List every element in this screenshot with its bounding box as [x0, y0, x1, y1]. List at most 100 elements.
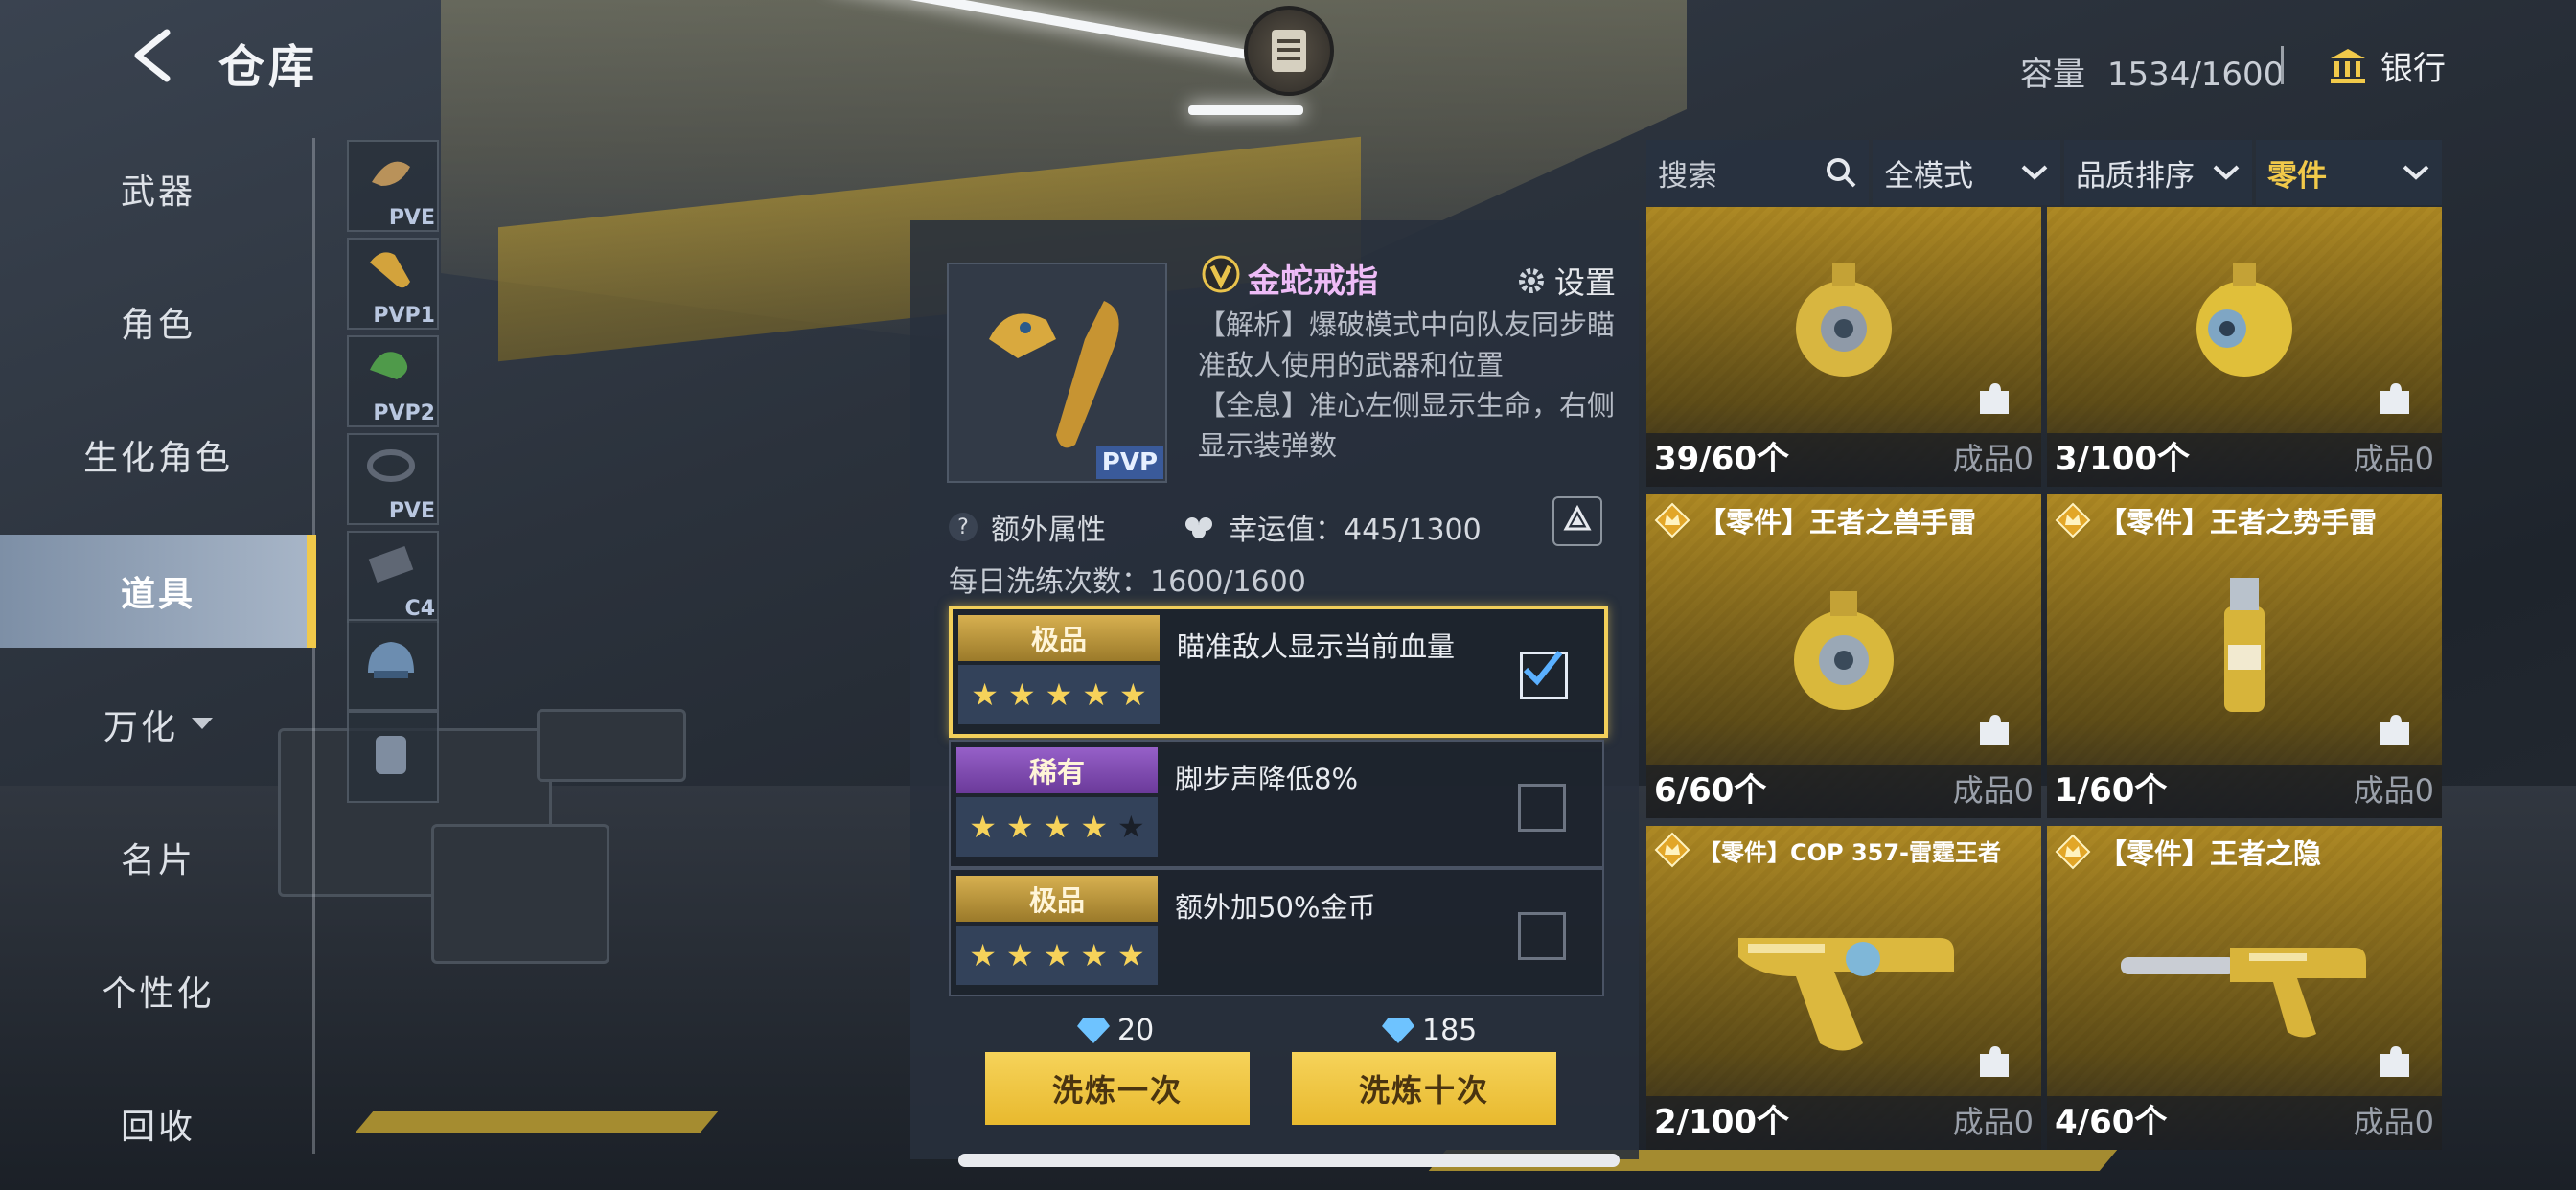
- star-rating: ★ ★ ★ ★ ★: [956, 797, 1158, 857]
- attribute-checkbox[interactable]: [1518, 912, 1566, 960]
- card-title-text: 【零件】王者之隐: [2099, 837, 2322, 870]
- sidebar-item-label: 武器: [120, 172, 196, 212]
- attribute-row[interactable]: 稀有 ★ ★ ★ ★ ★ 脚步声降低8%: [949, 740, 1604, 868]
- subcategory-tag: PVP1: [373, 304, 435, 328]
- item-card[interactable]: 3/100个 成品0: [2047, 207, 2442, 487]
- chevron-down-icon: [2021, 165, 2048, 180]
- sidebar-item-items[interactable]: 道具: [0, 535, 316, 648]
- grade-badge: 稀有: [956, 747, 1158, 793]
- capacity-label: 容量: [2020, 56, 2085, 94]
- sidebar-item-zombie-characters[interactable]: 生化角色: [0, 399, 316, 512]
- attribute-row[interactable]: 极品 ★ ★ ★ ★ ★ 瞄准敌人显示当前血量: [949, 606, 1608, 738]
- refine-once-button[interactable]: 洗炼一次: [985, 1052, 1250, 1125]
- item-card[interactable]: 【零件】王者之隐 4/60个 成品0: [2047, 826, 2442, 1150]
- sidebar-item-name-cards[interactable]: 名片: [0, 801, 316, 914]
- star-rating: ★ ★ ★ ★ ★: [956, 926, 1158, 985]
- settings-button[interactable]: 设置: [1514, 259, 1616, 303]
- home-indicator[interactable]: [958, 1154, 1620, 1167]
- attribute-text: 脚步声降低8%: [1175, 763, 1359, 795]
- background-crate: [431, 824, 610, 964]
- attribute-checkbox[interactable]: [1518, 784, 1566, 832]
- fragment-count: 6/60个: [1654, 771, 1767, 810]
- puzzle-piece-icon: [2380, 715, 2409, 745]
- puzzle-piece-icon: [1980, 383, 2009, 414]
- star-icon: ★: [1082, 676, 1111, 713]
- star-icon: ★: [971, 676, 999, 713]
- grade-badge: 极品: [958, 615, 1160, 661]
- card-title-text: 【零件】王者之兽手雷: [1698, 506, 1977, 538]
- luck-value: 幸运值：445/1300: [1181, 506, 1482, 548]
- finished-count: 成品0: [2353, 772, 2434, 809]
- subcategory-pvp1[interactable]: PVP1: [347, 238, 439, 330]
- grenade-icon: [1796, 263, 1892, 377]
- notes-button[interactable]: [1244, 6, 1334, 96]
- diamond-icon: [1077, 1018, 1110, 1043]
- background-crate: [537, 709, 686, 782]
- fragment-count: 3/100个: [2055, 440, 2191, 478]
- sidebar-item-wanhua[interactable]: 万化: [0, 668, 316, 781]
- gear-icon: [1519, 268, 1544, 293]
- back-arrow-icon[interactable]: [125, 27, 182, 84]
- sidebar-item-characters[interactable]: 角色: [0, 265, 316, 378]
- armor-icon: [376, 736, 406, 774]
- star-icon: ★: [1119, 676, 1147, 713]
- background-light: [1188, 105, 1303, 115]
- sidebar-item-personalization[interactable]: 个性化: [0, 934, 316, 1047]
- bank-button[interactable]: 银行: [2329, 42, 2446, 89]
- background-floor-stripe: [355, 1111, 719, 1133]
- category-dropdown[interactable]: 零件: [2256, 140, 2442, 205]
- search-input[interactable]: 搜索: [1658, 151, 1717, 195]
- star-rating: ★ ★ ★ ★ ★: [958, 665, 1160, 724]
- star-icon: ★: [1045, 676, 1073, 713]
- subcategory-pvp2[interactable]: PVP2: [347, 335, 439, 427]
- finished-count: 成品0: [1952, 1104, 2034, 1140]
- category-label: 零件: [2267, 158, 2327, 194]
- finished-count: 成品0: [1952, 441, 2034, 477]
- sidebar-item-weapons[interactable]: 武器: [0, 132, 316, 245]
- finished-count: 成品0: [1952, 772, 2034, 809]
- attribute-text: 瞄准敌人显示当前血量: [1177, 630, 1456, 663]
- finished-count: 成品0: [2353, 1104, 2434, 1140]
- star-icon: ★: [969, 809, 997, 845]
- card-title: 【零件】王者之兽手雷: [1654, 500, 1976, 540]
- document-icon: [1272, 30, 1306, 72]
- item-card[interactable]: 【零件】王者之兽手雷 6/60个 成品0: [1646, 494, 2041, 818]
- star-empty-icon: ★: [1117, 809, 1145, 845]
- refine-ten-button[interactable]: 洗炼十次: [1292, 1052, 1556, 1125]
- subcategory-tag: PVE: [388, 206, 435, 230]
- subcategory-helmet[interactable]: [347, 619, 439, 711]
- item-card[interactable]: 39/60个 成品0: [1646, 207, 2041, 487]
- sort-label: 品质排序: [2076, 158, 2195, 194]
- star-icon: ★: [969, 937, 997, 973]
- subcategory-pve-2[interactable]: PVE: [347, 433, 439, 525]
- mode-label: 全模式: [1884, 158, 1973, 194]
- subcategory-c4[interactable]: C4: [347, 531, 439, 623]
- card-title-text: 【零件】COP 357-雷霆王者: [1698, 838, 2002, 866]
- item-card[interactable]: 【零件】王者之势手雷 1/60个 成品0: [2047, 494, 2442, 818]
- sidebar-item-recycle[interactable]: 回收: [0, 1067, 316, 1180]
- helmet-icon: [368, 642, 414, 678]
- c4-icon: [368, 545, 414, 584]
- filter-bar: 搜索 全模式 品质排序 零件: [1646, 140, 2442, 205]
- cost-value: 185: [1422, 1014, 1478, 1047]
- sidebar-item-label: 道具: [120, 575, 196, 614]
- mode-dropdown[interactable]: 全模式: [1873, 140, 2060, 205]
- item-card[interactable]: 【零件】COP 357-雷霆王者 2/100个 成品0: [1646, 826, 2041, 1150]
- cost-value: 20: [1117, 1014, 1155, 1047]
- attribute-checkbox[interactable]: [1520, 651, 1568, 699]
- crown-badge-icon: [1654, 832, 1690, 868]
- sort-dropdown[interactable]: 品质排序: [2064, 140, 2252, 205]
- ring-item-icon: [372, 161, 410, 186]
- star-icon: ★: [1005, 809, 1034, 845]
- subcategory-pve[interactable]: PVE: [347, 140, 439, 232]
- attribute-row[interactable]: 极品 ★ ★ ★ ★ ★ 额外加50%金币: [949, 868, 1604, 996]
- recycle-button[interactable]: [1552, 496, 1602, 546]
- extra-attributes-info[interactable]: ? 额外属性: [949, 506, 1106, 548]
- gold-snake-ring-icon: [989, 301, 1119, 448]
- recycle-icon: [1563, 504, 1592, 531]
- search-box[interactable]: 搜索: [1646, 140, 1869, 205]
- jade-snake-icon: [370, 352, 408, 379]
- card-title: 【零件】王者之势手雷: [2055, 500, 2377, 540]
- subcategory-armor[interactable]: [347, 711, 439, 803]
- chevron-down-icon: [2213, 165, 2240, 180]
